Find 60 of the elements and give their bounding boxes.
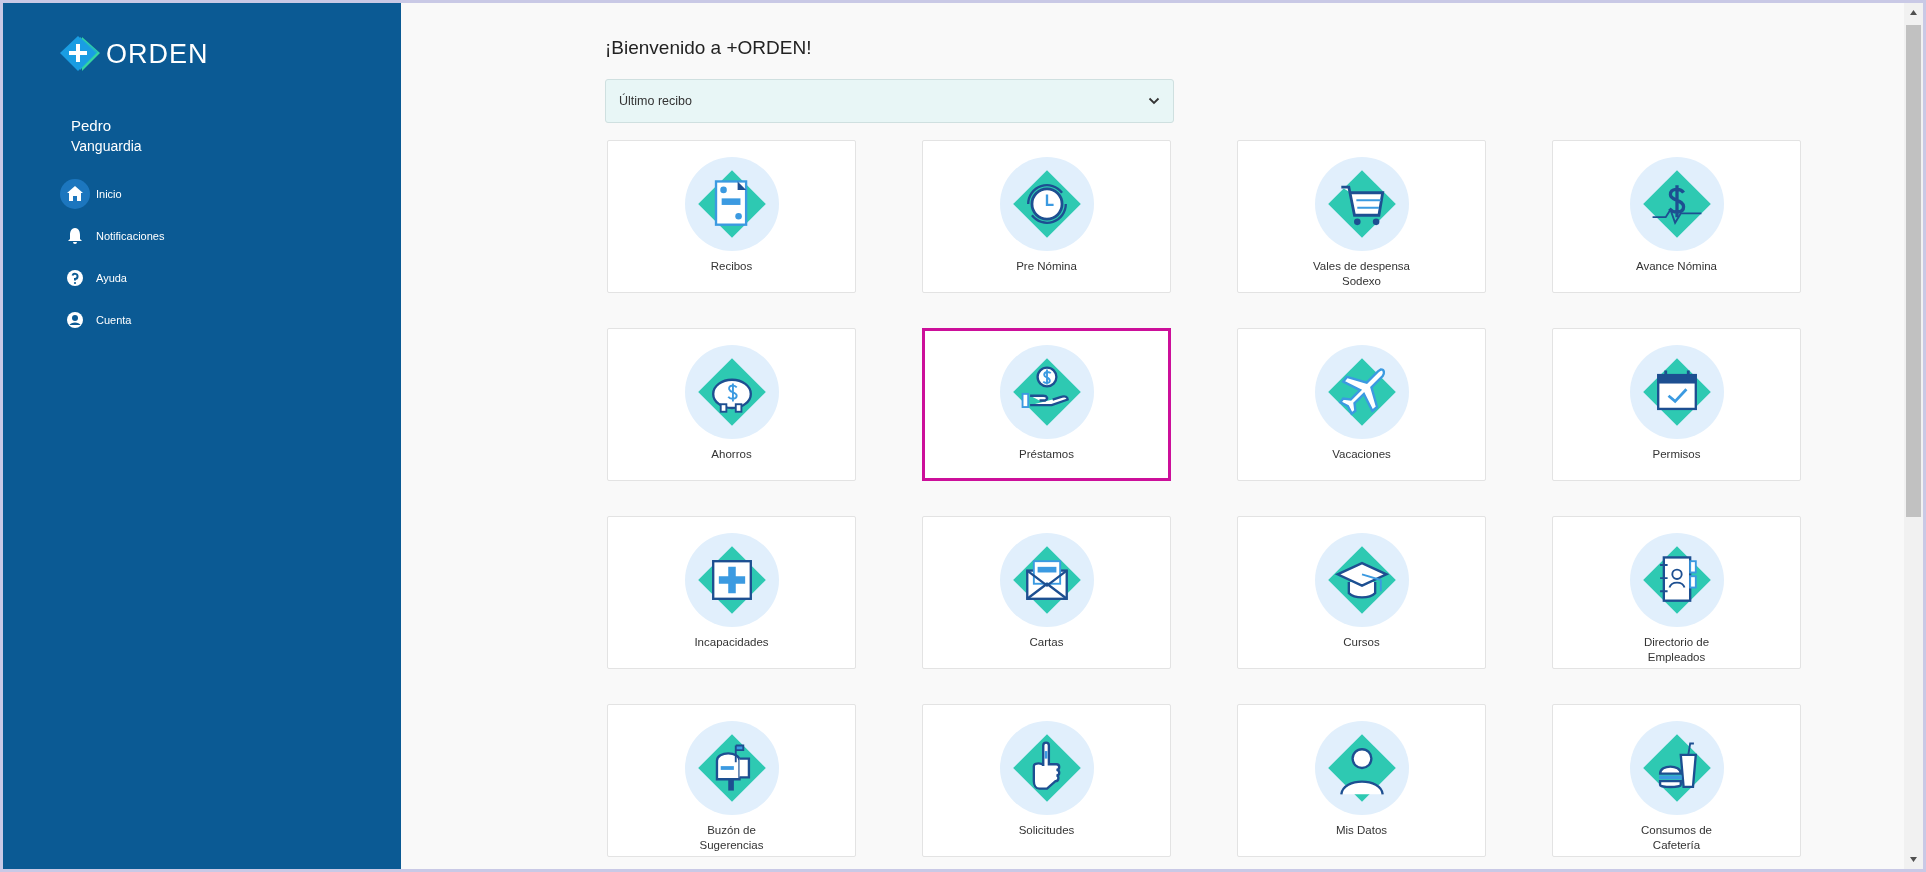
piggy-bank-icon: [684, 345, 779, 439]
tile-label: Vacaciones: [1332, 447, 1391, 462]
envelope-icon: [999, 533, 1094, 627]
tile-label: Solicitudes: [1018, 823, 1075, 838]
user-first-name: Pedro: [71, 116, 113, 136]
tile-label: Permisos: [1652, 447, 1701, 462]
nav-link[interactable]: Cuenta: [60, 305, 132, 335]
menu-tile[interactable]: Consumos de Cafetería: [1552, 704, 1801, 857]
airplane-icon: [1314, 345, 1409, 439]
nav-link[interactable]: Inicio: [60, 179, 122, 209]
tile-label: Recibos: [710, 259, 753, 274]
tile-label: Consumos de Cafetería: [1640, 823, 1713, 853]
menu-tile[interactable]: Cartas: [922, 516, 1171, 669]
menu-tile[interactable]: Buzón de Sugerencias: [607, 704, 856, 857]
nav-link[interactable]: Notificaciones: [60, 221, 165, 251]
receipt-dropdown[interactable]: Último recibo: [605, 79, 1174, 123]
tile-label: Avance Nómina: [1636, 259, 1717, 274]
tile-label: Buzón de Sugerencias: [698, 823, 765, 853]
person-icon: [1314, 721, 1409, 815]
hand-coin-icon: [999, 345, 1094, 439]
tile-label: Pre Nómina: [1016, 259, 1077, 274]
tile-label: Directorio de Empleados: [1642, 635, 1711, 665]
user-last-name: Vanguardia: [71, 137, 143, 156]
menu-tile[interactable]: Avance Nómina: [1552, 140, 1801, 293]
tile-label: Incapacidades: [694, 635, 769, 650]
tile-label: Préstamos: [1019, 447, 1074, 462]
tile-label: Cursos: [1343, 635, 1380, 650]
welcome-title: ¡Bienvenido a +ORDEN!: [605, 36, 813, 60]
menu-tile[interactable]: Vacaciones: [1237, 328, 1486, 481]
tile-label: Vales de despensa Sodexo: [1312, 259, 1411, 289]
menu-tile[interactable]: Directorio de Empleados: [1552, 516, 1801, 669]
clock-icon: [999, 157, 1094, 251]
document-icon: [684, 157, 779, 251]
menu-tile[interactable]: Vales de despensa Sodexo: [1237, 140, 1486, 293]
tile-label: Cartas: [1029, 635, 1064, 650]
food-icon: [1629, 721, 1724, 815]
tile-label: Mis Datos: [1335, 823, 1388, 838]
pointing-hand-icon: [999, 721, 1094, 815]
tile-label: Ahorros: [711, 447, 752, 462]
menu-tile[interactable]: Cursos: [1237, 516, 1486, 669]
menu-tile[interactable]: Pre Nómina: [922, 140, 1171, 293]
menu-tile[interactable]: Solicitudes: [922, 704, 1171, 857]
logo-text: ORDEN: [106, 40, 209, 68]
menu-tile[interactable]: Recibos: [607, 140, 856, 293]
menu-tile[interactable]: Mis Datos: [1237, 704, 1486, 857]
chevron-down-icon: [1148, 97, 1160, 105]
nav-link[interactable]: Ayuda: [60, 263, 127, 293]
menu-tile[interactable]: Ahorros: [607, 328, 856, 481]
medical-cross-icon: [684, 533, 779, 627]
dropdown-label: Último recibo: [619, 94, 692, 108]
menu-tile[interactable]: Incapacidades: [607, 516, 856, 669]
cart-icon: [1314, 157, 1409, 251]
graduation-cap-icon: [1314, 533, 1409, 627]
address-book-icon: [1629, 533, 1724, 627]
menu-tile[interactable]: Permisos: [1552, 328, 1801, 481]
calendar-icon: [1629, 345, 1724, 439]
dollar-icon: [1629, 157, 1724, 251]
scrollbar[interactable]: [1904, 3, 1923, 869]
mailbox-icon: [684, 721, 779, 815]
menu-tile[interactable]: Préstamos: [922, 328, 1171, 481]
